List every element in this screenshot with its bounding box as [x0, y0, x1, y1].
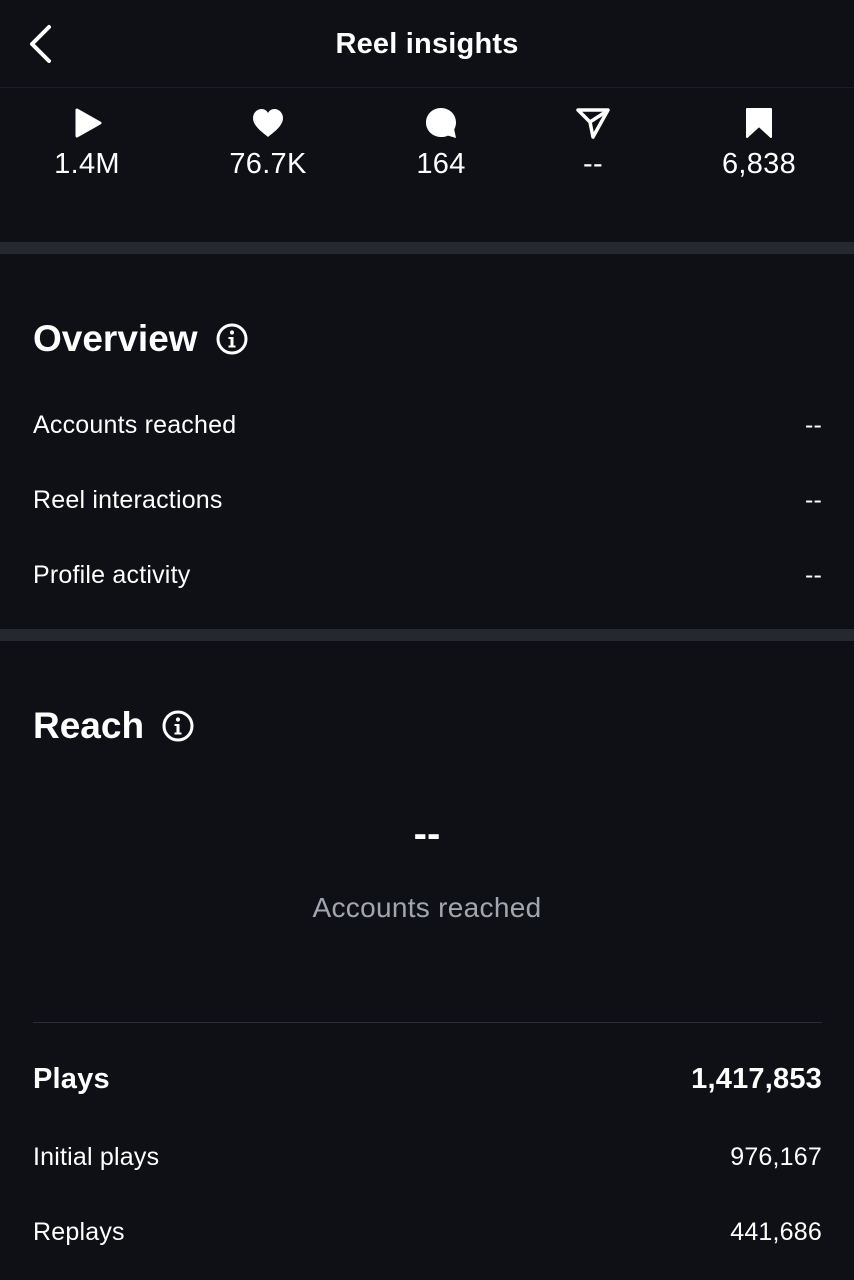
row-value: 441,686 — [730, 1218, 822, 1246]
info-icon[interactable] — [216, 323, 248, 355]
metric-plays: 1.4M — [17, 106, 157, 181]
replays-row: Replays 441,686 — [33, 1218, 822, 1247]
row-label: Replays — [33, 1218, 125, 1246]
overview-row-accounts-reached[interactable]: Accounts reached -- — [33, 411, 822, 440]
divider-line — [33, 1022, 822, 1023]
overview-row-profile-activity[interactable]: Profile activity -- — [33, 561, 822, 590]
row-label: Profile activity — [33, 561, 191, 589]
metric-value: 164 — [416, 148, 466, 180]
comment-icon — [424, 106, 458, 140]
section-divider — [0, 242, 854, 254]
play-icon — [70, 106, 104, 140]
row-value: -- — [804, 486, 822, 514]
reach-title: Reach — [33, 705, 194, 747]
row-value: -- — [804, 411, 822, 439]
metric-likes: 76.7K — [198, 106, 338, 181]
heart-icon — [251, 106, 285, 140]
plays-label: Plays — [33, 1063, 110, 1095]
metric-saves: 6,838 — [689, 106, 829, 181]
metrics-row: 1.4M 76.7K 164 -- 6,838 — [0, 88, 854, 242]
section-divider — [0, 629, 854, 641]
metric-value: -- — [583, 148, 603, 180]
send-icon — [576, 106, 610, 140]
reel-insights-screen: Reel insights 1.4M 76.7K 164 -- 6,838 Ov… — [0, 0, 854, 1280]
metric-comments: 164 — [371, 106, 511, 181]
row-label: Reel interactions — [33, 486, 223, 514]
initial-plays-row: Initial plays 976,167 — [33, 1143, 822, 1172]
reach-title-text: Reach — [33, 705, 145, 746]
row-label: Accounts reached — [33, 411, 237, 439]
row-label: Initial plays — [33, 1143, 160, 1171]
top-bar: Reel insights — [0, 0, 854, 88]
accounts-reached-label: Accounts reached — [312, 892, 542, 923]
page-title: Reel insights — [335, 28, 519, 60]
overview-title: Overview — [33, 318, 248, 360]
metric-value: 6,838 — [721, 148, 797, 180]
row-value: -- — [804, 561, 822, 589]
row-value: 976,167 — [730, 1143, 822, 1171]
plays-row[interactable]: Plays 1,417,853 — [33, 1063, 822, 1096]
overview-row-reel-interactions[interactable]: Reel interactions -- — [33, 486, 822, 515]
accounts-reached-value: -- — [413, 812, 441, 856]
info-icon[interactable] — [162, 710, 194, 742]
overview-title-text: Overview — [33, 318, 198, 359]
metric-shares: -- — [523, 106, 663, 181]
metric-value: 76.7K — [229, 148, 307, 180]
bookmark-icon — [742, 106, 776, 140]
metric-value: 1.4M — [54, 148, 120, 180]
plays-value: 1,417,853 — [691, 1063, 822, 1095]
